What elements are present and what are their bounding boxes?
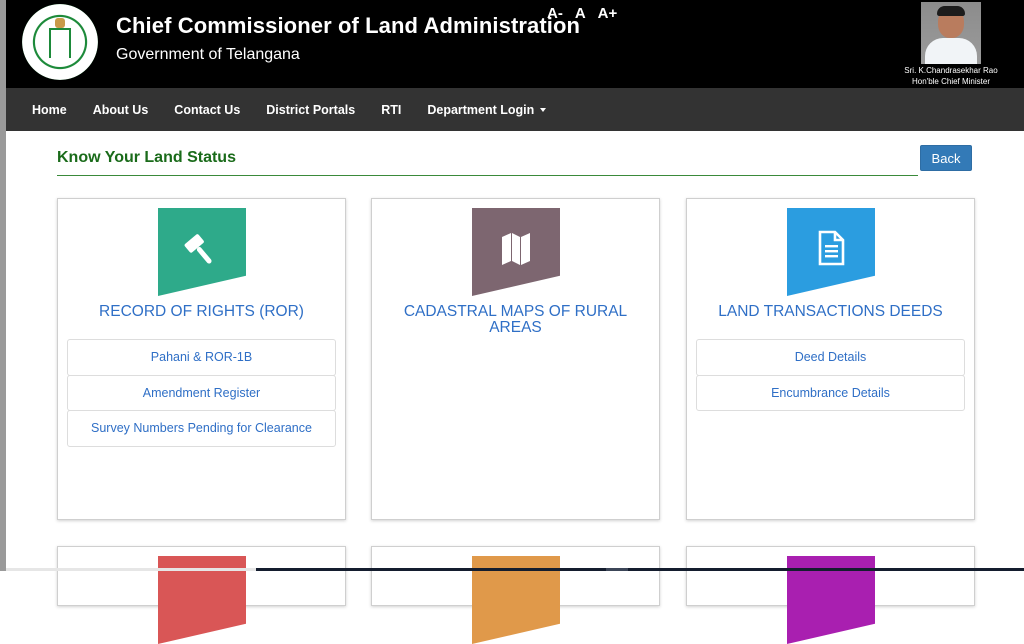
- nav-rti[interactable]: RTI: [381, 103, 401, 117]
- main-navbar: Home About Us Contact Us District Portal…: [6, 88, 1024, 131]
- nav-contact-us[interactable]: Contact Us: [174, 103, 240, 117]
- card-land-transactions-deeds: LAND TRANSACTIONS DEEDS Deed Details Enc…: [686, 198, 975, 520]
- telangana-emblem-logo[interactable]: [22, 4, 98, 80]
- card-title[interactable]: RECORD OF RIGHTS (ROR): [68, 304, 335, 320]
- link-pahani-ror-1b[interactable]: Pahani & ROR-1B: [67, 339, 336, 376]
- chief-minister-name: Sri. K.Chandrasekhar Rao: [904, 66, 998, 75]
- emblem-lion-capital: [55, 18, 65, 28]
- page-title: Know Your Land Status: [57, 149, 236, 166]
- window-edge: [0, 0, 6, 571]
- nav-district-portals[interactable]: District Portals: [266, 103, 355, 117]
- card-link-list: Pahani & ROR-1B Amendment Register Surve…: [67, 339, 336, 447]
- back-button[interactable]: Back: [920, 145, 972, 171]
- font-decrease-button[interactable]: A-: [547, 5, 563, 22]
- link-amendment-register[interactable]: Amendment Register: [67, 374, 336, 411]
- card-title[interactable]: LAND TRANSACTIONS DEEDS: [697, 304, 964, 320]
- cm-photo-shirt: [925, 38, 977, 64]
- site-title: Chief Commissioner of Land Administratio…: [116, 13, 581, 38]
- card-icon-tile[interactable]: [472, 208, 560, 296]
- card-icon-tile[interactable]: [787, 208, 875, 296]
- cm-photo-hair: [937, 6, 965, 16]
- nav-department-login[interactable]: Department Login: [427, 102, 547, 117]
- gavel-icon: [184, 234, 212, 264]
- card-row2-1: [57, 546, 346, 644]
- chief-minister-photo: [921, 2, 981, 64]
- card-cadastral-maps: CADASTRAL MAPS OF RURAL AREAS: [371, 198, 660, 520]
- nav-about-us[interactable]: About Us: [93, 103, 149, 117]
- link-deed-details[interactable]: Deed Details: [696, 339, 965, 376]
- nav-department-login-label: Department Login: [427, 102, 535, 117]
- site-header: Chief Commissioner of Land Administratio…: [6, 0, 1024, 88]
- site-subtitle: Government of Telangana: [116, 46, 300, 63]
- card-row2-2: [371, 546, 660, 644]
- title-divider: [57, 175, 918, 176]
- card-link-list: Deed Details Encumbrance Details: [696, 339, 965, 411]
- card-title[interactable]: CADASTRAL MAPS OF RURAL AREAS: [382, 304, 649, 336]
- caret-down-icon: [540, 108, 547, 113]
- map-icon: [502, 233, 530, 265]
- font-reset-button[interactable]: A: [575, 5, 586, 22]
- chief-minister-designation: Hon'ble Chief Minister: [911, 77, 990, 86]
- card-icon-tile[interactable]: [158, 208, 246, 296]
- font-increase-button[interactable]: A+: [598, 5, 618, 22]
- card-record-of-rights: RECORD OF RIGHTS (ROR) Pahani & ROR-1B A…: [57, 198, 346, 520]
- font-size-controls: A- A A+: [547, 5, 617, 22]
- chief-minister-caption: Sri. K.Chandrasekhar Rao Hon'ble Chief M…: [886, 65, 1016, 87]
- link-encumbrance-details[interactable]: Encumbrance Details: [696, 374, 965, 411]
- document-icon: [818, 230, 845, 266]
- card-row2-3: [686, 546, 975, 644]
- nav-home[interactable]: Home: [32, 103, 67, 117]
- link-survey-numbers-pending[interactable]: Survey Numbers Pending for Clearance: [67, 410, 336, 447]
- emblem-gateway: [49, 28, 71, 58]
